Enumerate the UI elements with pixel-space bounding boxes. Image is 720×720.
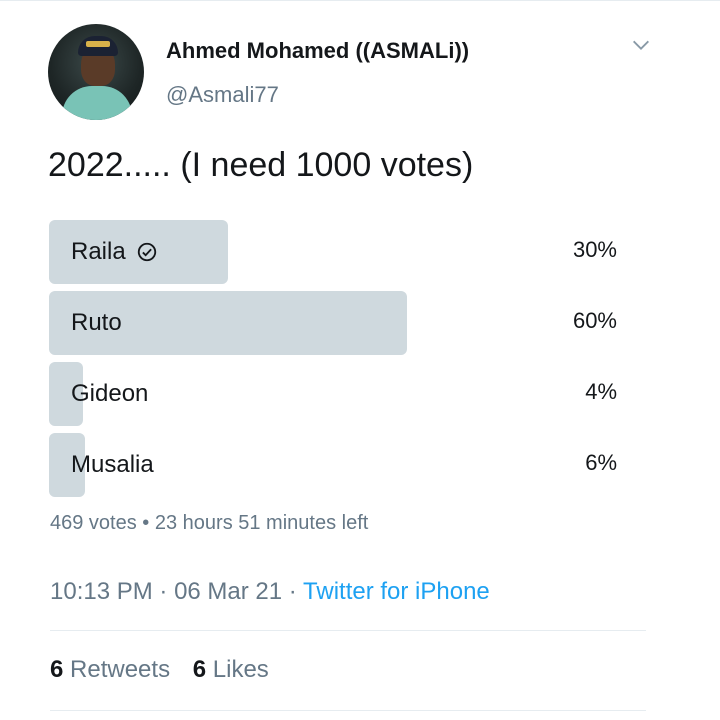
divider: [50, 630, 646, 631]
poll-option: Musalia 6%: [49, 433, 621, 497]
tweet-text: 2022..... (I need 1000 votes): [48, 146, 474, 184]
poll-option-percent: 6%: [585, 450, 617, 475]
likes-count: 6: [192, 656, 207, 683]
likes-label: Likes: [212, 656, 269, 683]
poll-option: Raila 30%: [49, 220, 621, 284]
user-display-name[interactable]: Ahmed Mohamed ((ASMALi)): [166, 38, 469, 64]
tweet-source-link[interactable]: Twitter for iPhone: [303, 578, 490, 605]
separator: ·: [282, 578, 304, 605]
avatar[interactable]: [48, 24, 144, 120]
separator: •: [136, 512, 155, 534]
retweets-count: 6: [50, 656, 64, 683]
tweet-date[interactable]: 06 Mar 21: [174, 578, 282, 605]
user-handle[interactable]: @Asmali77: [166, 82, 279, 108]
divider: [50, 710, 646, 711]
check-circle-icon: [137, 242, 156, 262]
poll-option-percent: 4%: [585, 379, 617, 404]
tweet-timestamp: 10:13 PM · 06 Mar 21 · Twitter for iPhon…: [50, 578, 490, 606]
vote-count: 469 votes: [50, 512, 137, 534]
time-left: 23 hours 51 minutes left: [154, 512, 369, 534]
tweet-stats: 6 Retweets 6 Likes: [50, 656, 285, 684]
poll-option: Ruto 60%: [49, 291, 621, 355]
poll-option-percent: 30%: [572, 237, 617, 262]
separator: ·: [152, 578, 175, 605]
tweet-time[interactable]: 10:13 PM: [50, 578, 153, 605]
poll-option-percent: 60%: [572, 308, 617, 333]
poll: Raila 30% Ruto 60% Gideon 4% Musalia 6%: [49, 220, 621, 504]
poll-option-label: Gideon: [71, 380, 149, 407]
poll-option: Gideon 4%: [49, 362, 621, 426]
chevron-down-icon[interactable]: [630, 34, 652, 56]
poll-option-label: Ruto: [71, 309, 122, 336]
retweets-label: Retweets: [70, 656, 171, 683]
likes-stat[interactable]: 6 Likes: [193, 656, 269, 684]
poll-option-label: Raila: [71, 238, 126, 265]
poll-meta: 469 votes • 23 hours 51 minutes left: [50, 512, 368, 535]
retweets-stat[interactable]: 6 Retweets: [50, 656, 170, 684]
top-divider: [0, 0, 720, 1]
tweet-header: Ahmed Mohamed ((ASMALi)) @Asmali77: [48, 24, 658, 124]
poll-option-label: Musalia: [71, 451, 154, 478]
